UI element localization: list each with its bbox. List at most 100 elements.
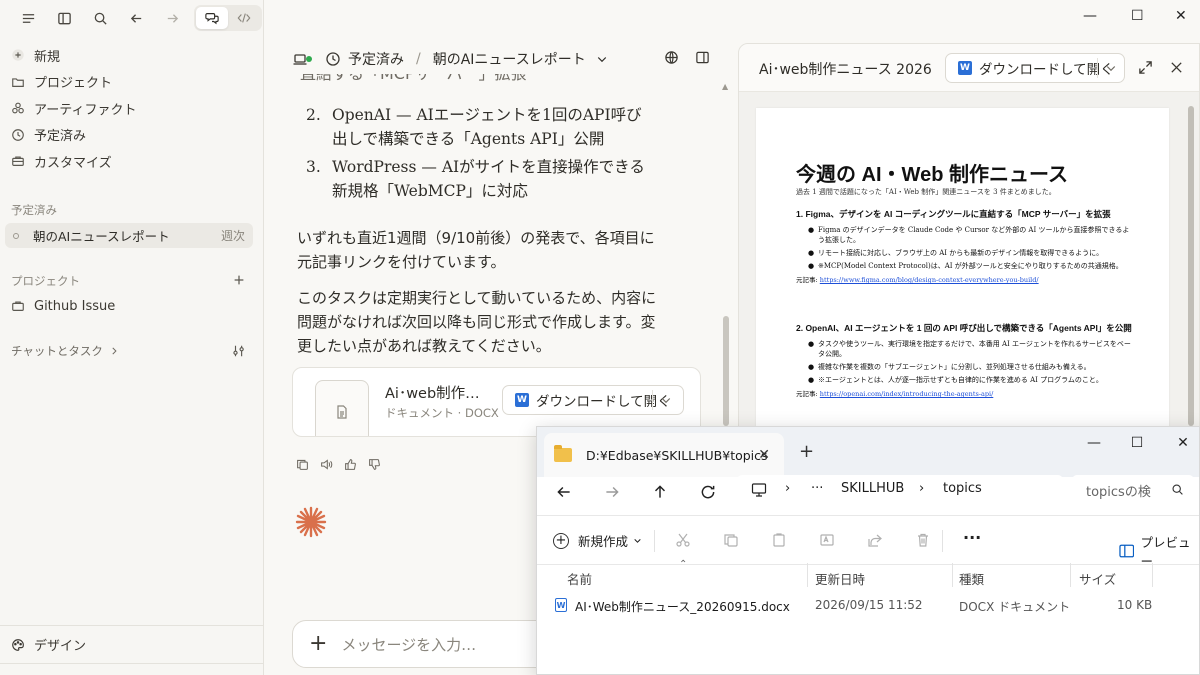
breadcrumb-title[interactable]: 朝のAIニュースレポート — [433, 49, 586, 69]
explorer-search-input[interactable]: topicsの検 — [1072, 475, 1194, 505]
project-box-icon — [11, 299, 25, 313]
window-minimize-button[interactable]: — — [1083, 8, 1097, 24]
share-icon[interactable] — [867, 532, 883, 548]
explorer-maximize-button[interactable]: ☐ — [1127, 435, 1147, 451]
add-project-icon[interactable] — [232, 273, 246, 287]
device-status[interactable] — [292, 51, 315, 67]
expand-icon[interactable] — [1138, 60, 1153, 75]
design-item[interactable]: デザイン — [0, 625, 263, 663]
message-paragraph: このタスクは定期実行として動いているため、内容に問題がなければ次回以降も同じ形式… — [297, 289, 657, 355]
doc-bullet: ● リモート接続に対応し、ブラウザ上の AI からも最新のデザイン情報を取得できる… — [808, 249, 1104, 257]
tab-close-icon[interactable]: ✕ — [758, 447, 770, 463]
address-bar[interactable]: › ··· SKILLHUB › topics — [737, 475, 1063, 505]
sort-caret-icon: ⌃ — [679, 559, 688, 570]
list-item: 2. OpenAI — AIエージェントを1回のAPI呼び出しで構築できる「Ag… — [306, 106, 642, 148]
document-thumbnail — [315, 380, 369, 436]
preview-scrollbar[interactable] — [1187, 96, 1195, 436]
code-mode-icon[interactable] — [228, 7, 260, 29]
delete-icon[interactable] — [915, 532, 931, 548]
chevron-down-icon[interactable] — [660, 394, 672, 406]
project-item-github-issue[interactable]: Github Issue — [0, 293, 115, 320]
speaker-icon[interactable] — [320, 458, 333, 471]
doc-source: 元記事: https://openai.com/index/introducin… — [796, 390, 994, 398]
project-label: Github Issue — [34, 298, 116, 314]
mode-toggle — [194, 5, 262, 31]
chevron-right-icon: › — [785, 481, 791, 496]
copy-icon[interactable] — [296, 458, 309, 471]
file-list-header: ⌃ 名前 更新日時 種類 サイズ — [537, 559, 1199, 589]
sidebar-nav: 新規 プロジェクト アーティファクト 予定済み カスタマイズ — [0, 42, 264, 175]
file-size-cell: 10 KB — [1117, 598, 1153, 612]
window-close-button[interactable]: ✕ — [1175, 8, 1187, 24]
new-tab-button[interactable]: + — [799, 441, 814, 462]
search-icon[interactable] — [82, 5, 118, 31]
source-link[interactable]: https://openai.com/index/introducing-the… — [820, 390, 994, 398]
column-date[interactable]: 更新日時 — [815, 569, 865, 588]
preview-download-button[interactable]: W ダウンロードして開く — [945, 53, 1125, 83]
nav-label: アーティファクト — [34, 102, 137, 118]
window-maximize-button[interactable]: ☐ — [1131, 8, 1144, 24]
thumbs-down-icon[interactable] — [368, 458, 381, 471]
nav-item-new[interactable]: 新規 — [0, 42, 264, 69]
chevron-down-icon[interactable] — [596, 53, 608, 65]
panel-toggle-icon[interactable] — [695, 50, 710, 65]
new-item-button[interactable]: + 新規作成 — [553, 531, 642, 550]
back-arrow-icon[interactable] — [118, 5, 154, 31]
source-link[interactable]: https://www.figma.com/blog/design-contex… — [820, 276, 1039, 284]
forward-arrow-icon[interactable] — [154, 5, 190, 31]
refresh-icon[interactable] — [699, 483, 717, 501]
back-arrow-icon[interactable] — [555, 483, 573, 501]
clock-icon — [326, 52, 340, 66]
cut-icon[interactable] — [675, 532, 691, 548]
column-size[interactable]: サイズ — [1079, 569, 1116, 588]
scheduled-task-item[interactable]: 朝のAIニュースレポート 週次 — [5, 223, 253, 248]
chat-task-section[interactable]: チャットとタスク — [11, 343, 119, 359]
explorer-minimize-button[interactable]: — — [1084, 435, 1104, 451]
input-placeholder: メッセージを入力… — [341, 635, 477, 654]
more-options-button[interactable]: ··· — [963, 528, 981, 547]
nav-item-artifacts[interactable]: アーティファクト — [0, 95, 264, 122]
chevron-right-icon — [112, 347, 117, 355]
close-icon[interactable] — [1169, 60, 1184, 75]
thumbs-up-icon[interactable] — [344, 458, 357, 471]
palette-icon — [12, 638, 24, 651]
explorer-close-button[interactable]: ✕ — [1173, 435, 1193, 451]
menu-icon[interactable] — [10, 5, 46, 31]
sidebar-toggle-icon[interactable] — [46, 5, 82, 31]
nav-label: 予定済み — [34, 129, 87, 145]
filter-sliders-icon[interactable] — [232, 344, 246, 358]
chat-mode-icon[interactable] — [196, 7, 228, 29]
chat-task-label: チャットとタスク — [11, 344, 103, 358]
address-ellipsis[interactable]: ··· — [811, 481, 823, 496]
nav-item-scheduled[interactable]: 予定済み — [0, 122, 264, 149]
artifact-icon — [11, 101, 25, 115]
column-name[interactable]: 名前 — [567, 569, 592, 588]
rename-icon[interactable] — [819, 532, 835, 548]
paste-icon[interactable] — [771, 532, 787, 548]
doc-section: 2. OpenAI、AI エージェントを 1 回の API 呼び出しで構築できる… — [796, 322, 1136, 398]
online-status-dot — [306, 56, 312, 62]
download-open-button[interactable]: W ダウンロードして開く — [502, 385, 684, 415]
breadcrumb-scheduled[interactable]: 予定済み — [348, 49, 404, 69]
download-label: ダウンロードして開く — [979, 62, 1114, 78]
globe-icon[interactable] — [664, 50, 679, 65]
address-segment-topics[interactable]: topics — [943, 481, 982, 496]
file-row[interactable]: W AI･Web制作ニュース_20260915.docx 2026/09/15 … — [537, 595, 1199, 617]
attach-plus-icon[interactable]: + — [309, 633, 327, 655]
chevron-down-icon[interactable] — [1105, 62, 1117, 74]
column-type[interactable]: 種類 — [959, 569, 984, 588]
forward-arrow-icon[interactable] — [603, 483, 621, 501]
address-segment-skillhub[interactable]: SKILLHUB — [841, 481, 904, 496]
search-icon — [1172, 484, 1183, 495]
doc-title: 今週の AI・Web 制作ニュース — [796, 164, 1068, 186]
chat-scrollbar[interactable] — [723, 84, 729, 426]
nav-item-projects[interactable]: プロジェクト — [0, 69, 264, 96]
copy-icon[interactable] — [723, 532, 739, 548]
chat-header-actions — [664, 50, 710, 65]
file-date-cell: 2026/09/15 11:52 — [815, 598, 923, 612]
explorer-tab[interactable]: D:¥Edbase¥SKILLHUB¥topics ✕ — [544, 433, 784, 477]
up-arrow-icon[interactable] — [651, 483, 669, 501]
nav-item-customize[interactable]: カスタマイズ — [0, 148, 264, 175]
download-label: ダウンロードして開く — [536, 394, 671, 410]
docx-file-icon: W — [555, 598, 567, 612]
